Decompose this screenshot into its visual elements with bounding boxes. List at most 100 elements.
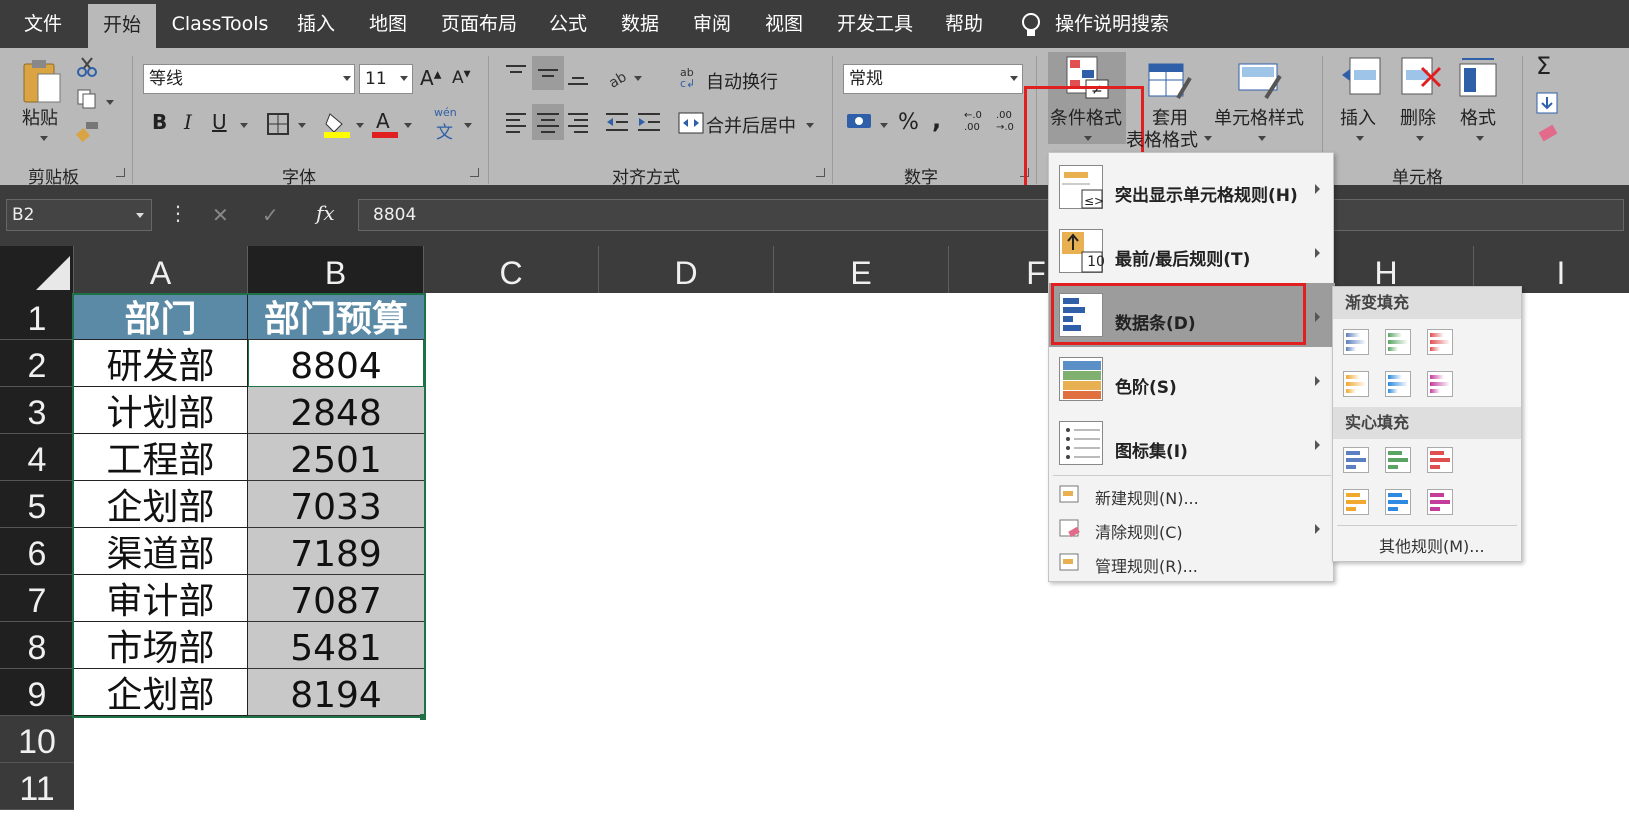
row-header[interactable]: 9 (0, 669, 74, 716)
menu-item-icon-sets[interactable]: 图标集(I) (1115, 437, 1188, 462)
percent-button[interactable]: % (898, 110, 919, 135)
bold-button[interactable]: B (152, 110, 167, 134)
table-cell[interactable]: 计划部 (74, 387, 248, 434)
number-format-box[interactable]: 常规 (843, 64, 1023, 94)
row-header[interactable]: 6 (0, 528, 74, 575)
align-bottom-icon[interactable] (566, 62, 590, 92)
menu-item-clear-rules[interactable]: 清除规则(C) (1095, 519, 1183, 543)
font-color-icon[interactable]: A (372, 108, 398, 142)
table-cell[interactable]: 7033 (248, 481, 424, 528)
enter-icon[interactable]: ✓ (262, 203, 279, 227)
format-painter-icon[interactable] (75, 120, 100, 146)
insert-function-icon[interactable]: fx (316, 201, 335, 225)
alignment-launcher-icon[interactable] (816, 168, 825, 177)
name-box[interactable]: B2 (6, 199, 152, 231)
clipboard-launcher-icon[interactable] (116, 168, 125, 177)
gradient-databar-lightblue[interactable] (1385, 371, 1411, 397)
align-top-icon[interactable] (504, 62, 528, 88)
tab-view[interactable]: 视图 (758, 0, 810, 48)
cell-styles-button[interactable]: 单元格样式 (1214, 104, 1304, 130)
merge-dropdown-icon[interactable] (806, 123, 814, 128)
table-cell[interactable]: 2501 (248, 434, 424, 481)
table-cell[interactable]: 2848 (248, 387, 424, 434)
row-header[interactable]: 2 (0, 340, 74, 387)
table-cell[interactable]: 工程部 (74, 434, 248, 481)
format-dropdown-icon[interactable] (1476, 136, 1484, 141)
table-cell[interactable]: 5481 (248, 622, 424, 669)
tab-help[interactable]: 帮助 (938, 0, 990, 48)
row-header[interactable]: 5 (0, 481, 74, 528)
wrap-text-icon[interactable]: ab c↲ (680, 66, 704, 92)
cut-icon[interactable] (76, 56, 98, 82)
comma-button[interactable]: , (932, 106, 941, 134)
name-box-dropdown-icon[interactable] (136, 213, 144, 218)
column-header-d[interactable]: D (599, 246, 774, 293)
table-cell[interactable]: 7189 (248, 528, 424, 575)
font-name-box[interactable]: 等线 (143, 64, 355, 94)
gradient-databar-purple[interactable] (1427, 371, 1453, 397)
wrap-text-button[interactable]: 自动换行 (706, 68, 778, 94)
font-color-dropdown-icon[interactable] (404, 123, 412, 128)
tab-review[interactable]: 审阅 (686, 0, 738, 48)
formula-input[interactable]: 8804 (358, 199, 1624, 231)
delete-cells-button[interactable]: 删除 (1400, 104, 1436, 130)
menu-item-new-rule[interactable]: 新建规则(N)... (1095, 485, 1199, 509)
italic-button[interactable]: I (184, 110, 192, 134)
tab-map[interactable]: 地图 (362, 0, 414, 48)
format-as-table-button[interactable]: 表格格式 (1126, 126, 1198, 152)
orientation-icon[interactable]: ab (606, 66, 632, 92)
gradient-databar-red[interactable] (1427, 329, 1453, 355)
tab-page-layout[interactable]: 页面布局 (434, 0, 524, 48)
table-cell[interactable]: 研发部 (74, 340, 248, 387)
phonetic-guide-label[interactable]: 文 (436, 118, 453, 143)
solid-databar-orange[interactable] (1343, 489, 1369, 515)
underline-dropdown-icon[interactable] (240, 123, 248, 128)
table-header-cell[interactable]: 部门 (74, 293, 248, 340)
column-header-c[interactable]: C (424, 246, 599, 293)
increase-indent-icon[interactable] (636, 110, 662, 138)
row-header[interactable]: 7 (0, 575, 74, 622)
cancel-icon[interactable]: ✕ (212, 203, 229, 227)
font-launcher-icon[interactable] (470, 168, 479, 177)
format-as-table-dropdown-icon[interactable] (1204, 136, 1212, 141)
menu-item-top-bottom-rules[interactable]: 最前/最后规则(T) (1115, 245, 1250, 270)
increase-decimal-button[interactable]: ←.0 .00 (964, 110, 994, 134)
currency-dropdown-icon[interactable] (880, 123, 888, 128)
gradient-databar-green[interactable] (1385, 329, 1411, 355)
align-left-icon[interactable] (504, 110, 528, 138)
solid-databar-blue[interactable] (1343, 447, 1369, 473)
fill-icon[interactable] (1536, 92, 1558, 118)
row-header[interactable]: 10 (0, 716, 74, 763)
borders-dropdown-icon[interactable] (298, 123, 306, 128)
solid-databar-red[interactable] (1427, 447, 1453, 473)
currency-icon[interactable] (846, 110, 874, 138)
column-header-b[interactable]: B (248, 246, 424, 293)
tab-home[interactable]: 开始 (88, 4, 156, 48)
paste-dropdown-icon[interactable] (40, 136, 48, 141)
underline-button[interactable]: U (212, 110, 227, 134)
decrease-font-icon[interactable]: A▼ (452, 68, 471, 88)
table-cell[interactable]: 企划部 (74, 481, 248, 528)
solid-databar-green[interactable] (1385, 447, 1411, 473)
align-right-icon[interactable] (566, 110, 590, 138)
phonetic-dropdown-icon[interactable] (464, 123, 472, 128)
format-cells-button[interactable]: 格式 (1460, 104, 1496, 130)
more-rules-item[interactable]: 其他规则(M)... (1379, 533, 1485, 557)
table-cell[interactable]: 7087 (248, 575, 424, 622)
table-header-cell[interactable]: 部门预算 (248, 293, 424, 340)
increase-font-icon[interactable]: A▲ (420, 66, 441, 90)
gradient-databar-orange[interactable] (1343, 371, 1369, 397)
number-format-dropdown-icon[interactable] (1010, 76, 1018, 81)
menu-item-highlight-rules[interactable]: 突出显示单元格规则(H) (1115, 181, 1298, 206)
tell-me-search[interactable]: 操作说明搜索 (1054, 0, 1170, 48)
delete-dropdown-icon[interactable] (1416, 136, 1424, 141)
insert-dropdown-icon[interactable] (1356, 136, 1364, 141)
align-middle-icon[interactable] (532, 56, 564, 90)
copy-icon[interactable] (76, 88, 98, 114)
fill-handle[interactable] (420, 714, 426, 720)
gradient-databar-blue[interactable] (1343, 329, 1369, 355)
tab-classtools[interactable]: ClassTools (168, 0, 272, 48)
align-center-icon[interactable] (532, 104, 564, 140)
font-size-dropdown-icon[interactable] (400, 76, 408, 81)
orientation-dropdown-icon[interactable] (634, 76, 642, 81)
